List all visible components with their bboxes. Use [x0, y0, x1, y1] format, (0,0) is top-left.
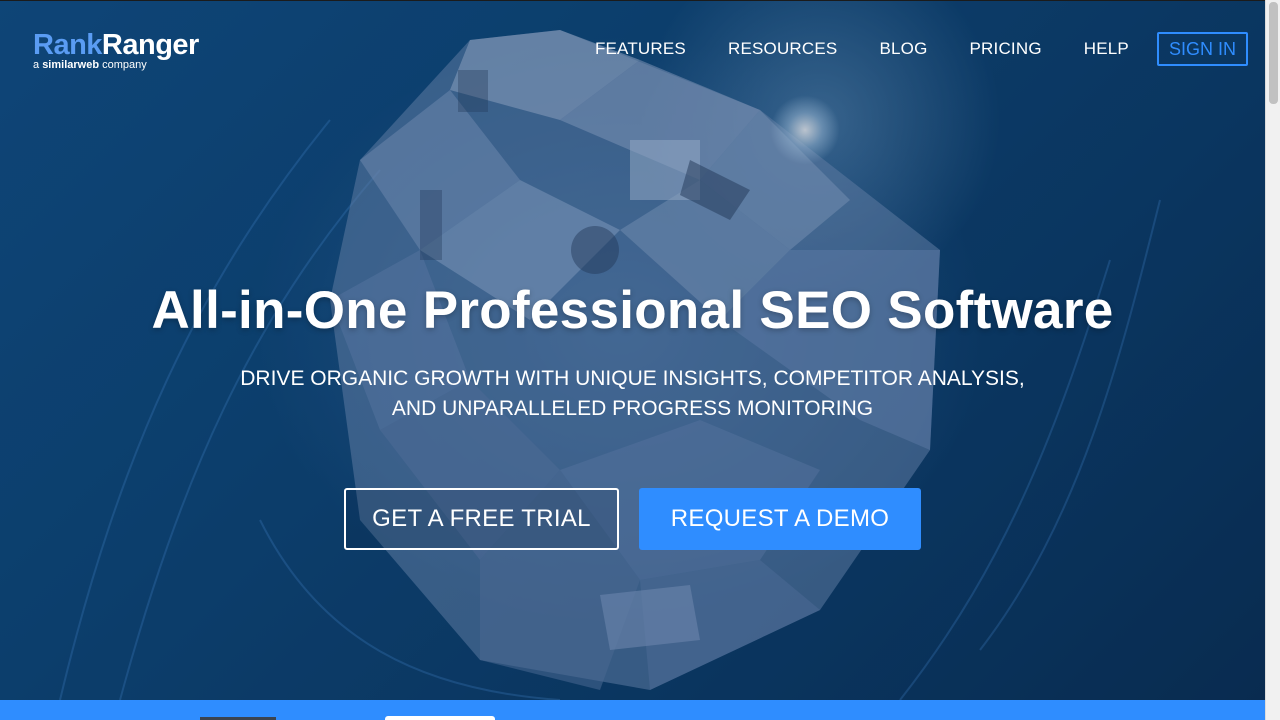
main-nav: FEATURES RESOURCES BLOG PRICING HELP SIG… — [553, 32, 1248, 66]
logo-tagline-prefix: a — [33, 59, 43, 71]
free-trial-button[interactable]: GET A FREE TRIAL — [344, 488, 619, 550]
logo-tagline-suffix: company — [99, 59, 147, 71]
next-section-strip — [0, 700, 1265, 720]
request-demo-button[interactable]: REQUEST A DEMO — [639, 488, 921, 550]
sign-in-button[interactable]: SIGN IN — [1156, 32, 1248, 66]
hero-subheadline-line-1: DRIVE ORGANIC GROWTH WITH UNIQUE INSIGHT… — [240, 367, 1025, 390]
page-scrollbar[interactable] — [1265, 0, 1280, 720]
nav-features[interactable]: FEATURES — [595, 32, 686, 66]
hero-section — [0, 0, 1265, 700]
scrollbar-thumb[interactable] — [1269, 2, 1278, 104]
nav-blog[interactable]: BLOG — [879, 32, 927, 66]
hero-subheadline-line-2: AND UNPARALLELED PROGRESS MONITORING — [391, 397, 874, 420]
logo-rank-text: Rank — [33, 29, 102, 61]
nav-pricing[interactable]: PRICING — [970, 32, 1042, 66]
hero-overlay — [0, 0, 1265, 700]
strip-tab-light — [385, 716, 495, 720]
top-border — [0, 0, 1265, 1]
logo-tagline-brand: similarweb — [42, 59, 100, 71]
nav-resources[interactable]: RESOURCES — [728, 32, 838, 66]
hero-headline: All-in-One Professional SEO Software — [151, 281, 1114, 340]
logo[interactable]: RankRanger a similarweb company — [33, 30, 199, 71]
logo-ranger-text: Ranger — [101, 29, 199, 61]
logo-wordmark: RankRanger — [33, 30, 199, 60]
nav-help[interactable]: HELP — [1084, 32, 1129, 66]
hero-subheadline: DRIVE ORGANIC GROWTH WITH UNIQUE INSIGHT… — [0, 364, 1265, 424]
